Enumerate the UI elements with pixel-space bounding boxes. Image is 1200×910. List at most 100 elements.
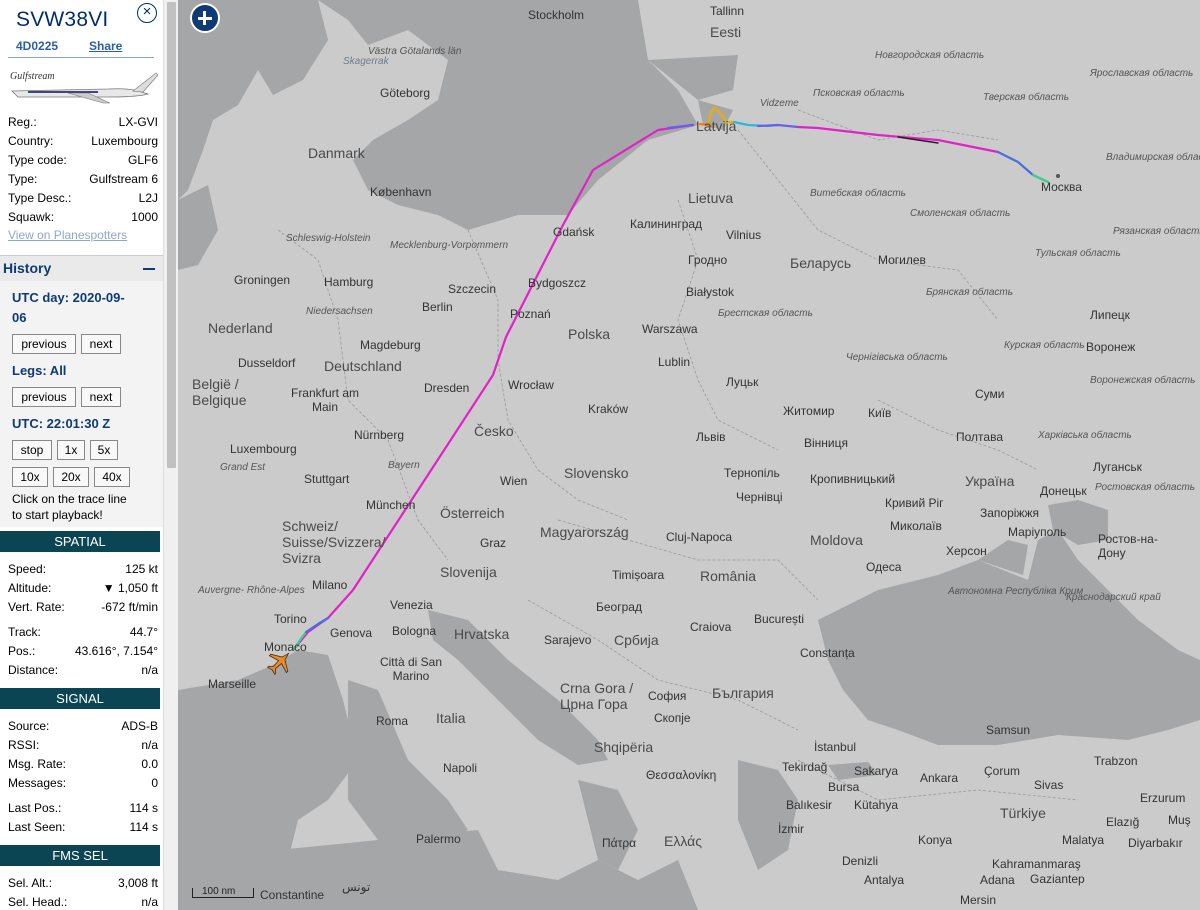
label-milano: Milano [312, 578, 348, 592]
playback-10x-button[interactable]: 10x [12, 467, 48, 487]
hint-line-2: to start playback! [12, 508, 103, 522]
label-slovensko: Slovensko [564, 465, 629, 481]
label-gdansk: Gdańsk [553, 225, 595, 239]
label-lutsk: Луцьк [726, 375, 759, 389]
signal-row: Last Pos.: 114 s [8, 801, 158, 817]
plus-icon[interactable] [190, 3, 220, 33]
label-sivas: Sivas [1034, 778, 1064, 792]
label-yaroslavl: Ярославская область [1090, 68, 1194, 79]
day-previous-button[interactable]: previous [12, 334, 76, 354]
label-bayern: Bayern [388, 460, 420, 471]
label-denizli: Denizli [842, 854, 879, 868]
label-kutahya: Kütahya [854, 798, 899, 812]
label-hrvatska: Hrvatska [454, 626, 510, 642]
label-poznan: Poznań [510, 307, 551, 321]
spatial-header[interactable]: SPATIAL [0, 531, 160, 552]
signal-header[interactable]: SIGNAL [0, 688, 160, 709]
label-odesa: Одеса [866, 560, 902, 574]
label-niedersachsen: Niedersachsen [306, 306, 373, 317]
playback-5x-button[interactable]: 5x [90, 440, 118, 460]
planespotters-link[interactable]: View on Planespotters [8, 228, 127, 242]
label-tunis: تونس [342, 880, 371, 894]
aircraft-photo[interactable]: Gulfstream [8, 67, 159, 107]
label-zhytomyr: Житомир [783, 404, 835, 418]
label-vinnytsia: Вінниця [804, 436, 848, 450]
label-grandest: Grand Est [220, 462, 266, 473]
label-bialystok: Białystok [686, 285, 735, 299]
label-nederland: Nederland [208, 320, 273, 336]
history-header[interactable]: History [0, 255, 163, 281]
share-link[interactable]: Share [89, 39, 122, 53]
signal-key: Last Pos.: [8, 801, 62, 815]
close-icon[interactable]: × [137, 3, 157, 23]
label-constantine: Constantine [260, 888, 325, 902]
playback-1x-button[interactable]: 1x [57, 440, 85, 460]
collapse-icon[interactable] [143, 268, 155, 270]
playback-20x-button[interactable]: 20x [53, 467, 89, 487]
label-ukraina: Україна [965, 473, 1015, 489]
track-east [796, 125, 1000, 154]
map-view[interactable]: 100 nm Stockholm Tallinn Eesti Västra Gö… [178, 0, 1200, 910]
label-magyarorszag: Magyarország [540, 524, 629, 540]
label-citta: Città di San Marino [379, 655, 443, 683]
spatial-value: 44.7° [129, 625, 158, 639]
label-bydgoszcz: Bydgoszcz [528, 276, 587, 290]
legs-label: Legs: All [12, 363, 67, 378]
label-izmir: İzmir [778, 822, 804, 836]
label-sarajevo: Sarajevo [544, 633, 592, 647]
fms-sel-header[interactable]: FMS SEL [0, 845, 160, 866]
aircraft-detail-key: Reg.: [8, 115, 37, 129]
spatial-key: Track: [8, 625, 41, 639]
label-bryansk: Брянская область [926, 287, 1013, 298]
label-constanta: Constanța [800, 646, 855, 660]
leg-next-button[interactable]: next [81, 387, 121, 407]
label-polska: Polska [568, 326, 611, 342]
signal-key: Messages: [8, 776, 67, 790]
callsign-title: SVW38VI [16, 8, 109, 31]
label-adana: Adana [980, 873, 1015, 887]
label-poltava: Полтава [956, 430, 1003, 444]
label-szczecin: Szczecin [448, 282, 497, 296]
playback-hint: Click on the trace line to start playbac… [12, 491, 162, 523]
label-kahramanmaras: Kahramanmaraş [992, 857, 1081, 871]
aircraft-detail-row: Country: Luxembourg [8, 134, 158, 150]
label-timisoara: Timișoara [612, 568, 665, 582]
aircraft-detail-value: 1000 [131, 210, 158, 224]
sidebar-scrollbar[interactable] [163, 0, 178, 910]
track-blue [304, 616, 330, 634]
label-krakow: Kraków [588, 402, 629, 416]
label-munchen: München [366, 498, 416, 512]
label-antalya: Antalya [864, 873, 905, 887]
aircraft-sidebar: SVW38VI × 4D0225 Share Gulfstream Reg.: L… [0, 0, 163, 910]
label-wroclaw: Wrocław [508, 378, 554, 392]
aircraft-detail-row: Type: Gulfstream 6 [8, 172, 158, 188]
label-skopje: Скопје [654, 711, 691, 725]
label-slovenija: Slovenija [440, 564, 497, 580]
label-bologna: Bologna [392, 624, 437, 638]
label-vidzeme: Vidzeme [760, 98, 799, 109]
label-malatya: Malatya [1062, 833, 1105, 847]
label-tallinn: Tallinn [710, 4, 745, 18]
playback-stop-button[interactable]: stop [12, 440, 52, 460]
scrollbar-thumb[interactable] [167, 2, 176, 468]
aircraft-detail-row: Squawk: 1000 [8, 210, 158, 226]
icao-hex: 4D0225 [16, 39, 59, 53]
track-rainbow2 [756, 123, 800, 129]
spatial-row: Track: 44.7° [8, 625, 158, 641]
leg-previous-button[interactable]: previous [12, 387, 76, 407]
label-kaliningrad: Калининград [630, 217, 703, 231]
day-next-button[interactable]: next [81, 334, 121, 354]
label-kyiv: Київ [868, 406, 892, 420]
spatial-value: ▼ 1,050 ft [102, 581, 158, 595]
label-kryvyi: Кривий Ріг [885, 496, 944, 510]
label-palermo: Palermo [416, 832, 461, 846]
playback-40x-button[interactable]: 40x [94, 467, 130, 487]
label-istanbul: İstanbul [814, 740, 857, 754]
label-mykolaiv: Миколаїв [890, 519, 942, 533]
spatial-row: Speed: 125 kt [8, 562, 158, 578]
aircraft-detail-key: Type code: [8, 153, 67, 167]
label-donetsk: Донецьк [1040, 484, 1087, 498]
spatial-value: 125 kt [125, 562, 158, 576]
label-erzurum: Erzurum [1140, 791, 1186, 805]
spatial-row: Altitude: ▼ 1,050 ft [8, 581, 158, 597]
